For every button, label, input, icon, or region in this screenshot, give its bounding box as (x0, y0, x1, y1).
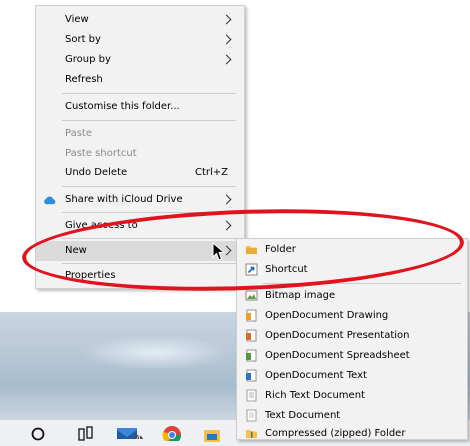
submenu-item-ods[interactable]: OpenDocument Spreadsheet (237, 346, 467, 366)
menu-separator (62, 120, 236, 121)
menu-item-label: Group by (65, 54, 111, 65)
submenu-item-label: OpenDocument Drawing (265, 310, 389, 321)
menu-item-label: View (65, 14, 89, 25)
desktop-highlight (80, 335, 230, 370)
menu-item-label: Paste (65, 128, 92, 139)
odt-icon (246, 369, 257, 382)
menu-item-group-by[interactable]: Group by (36, 50, 244, 70)
menu-item-sort-by[interactable]: Sort by (36, 30, 244, 50)
submenu-item-odt[interactable]: OpenDocument Text (237, 366, 467, 386)
submenu-item-label: OpenDocument Text (265, 370, 367, 381)
submenu-item-txt[interactable]: Text Document (237, 406, 467, 426)
odp-icon (246, 329, 257, 342)
menu-item-label: Share with iCloud Drive (65, 194, 183, 205)
search-circle-icon[interactable] (30, 426, 46, 442)
chevron-right-icon (221, 34, 232, 45)
zip-folder-icon (246, 430, 257, 438)
icloud-icon (44, 196, 56, 205)
mouse-cursor-icon (212, 242, 226, 261)
menu-item-customise-folder[interactable]: Customise this folder... (36, 97, 244, 117)
submenu-item-label: Bitmap image (265, 290, 336, 301)
chevron-right-icon (221, 194, 232, 205)
submenu-item-odp[interactable]: OpenDocument Presentation (237, 326, 467, 346)
submenu-item-odg[interactable]: OpenDocument Drawing (237, 306, 467, 326)
menu-item-share-icloud[interactable]: Share with iCloud Drive (36, 190, 244, 210)
ods-icon (246, 349, 257, 362)
menu-item-label: Sort by (65, 34, 101, 45)
menu-separator (62, 186, 236, 187)
bitmap-icon (245, 290, 258, 301)
chevron-right-icon (221, 54, 232, 65)
menu-item-label: Paste shortcut (65, 148, 137, 159)
menu-item-refresh[interactable]: Refresh (36, 70, 244, 90)
chevron-right-icon (221, 14, 232, 25)
submenu-item-label: Rich Text Document (265, 390, 365, 401)
submenu-item-label: Text Document (265, 410, 341, 421)
menu-item-label: Undo Delete (65, 167, 128, 178)
menu-item-paste: Paste (36, 124, 244, 144)
mail-icon[interactable] (116, 423, 146, 439)
submenu-item-zip[interactable]: Compressed (zipped) Folder (237, 424, 467, 444)
submenu-item-label: Compressed (zipped) Folder (265, 428, 406, 439)
submenu-item-rtf[interactable]: Rich Text Document (237, 386, 467, 406)
file-explorer-icon[interactable] (203, 427, 221, 443)
menu-item-paste-shortcut: Paste shortcut (36, 144, 244, 164)
txt-icon (246, 409, 257, 422)
menu-separator (62, 93, 236, 94)
menu-item-label: Refresh (65, 74, 103, 85)
chrome-icon[interactable] (162, 425, 182, 441)
keyboard-shortcut: Ctrl+Z (194, 167, 228, 178)
submenu-item-bitmap[interactable]: Bitmap image (237, 286, 467, 306)
mail-badge: 4 (136, 434, 142, 443)
menu-item-label: Customise this folder... (65, 101, 180, 112)
submenu-item-label: OpenDocument Spreadsheet (265, 350, 410, 361)
rtf-icon (246, 389, 257, 402)
task-view-icon[interactable] (78, 426, 94, 442)
menu-item-undo-delete[interactable]: Undo Delete Ctrl+Z (36, 163, 244, 183)
submenu-item-label: OpenDocument Presentation (265, 330, 410, 341)
odg-icon (246, 309, 257, 322)
menu-item-view[interactable]: View (36, 10, 244, 30)
